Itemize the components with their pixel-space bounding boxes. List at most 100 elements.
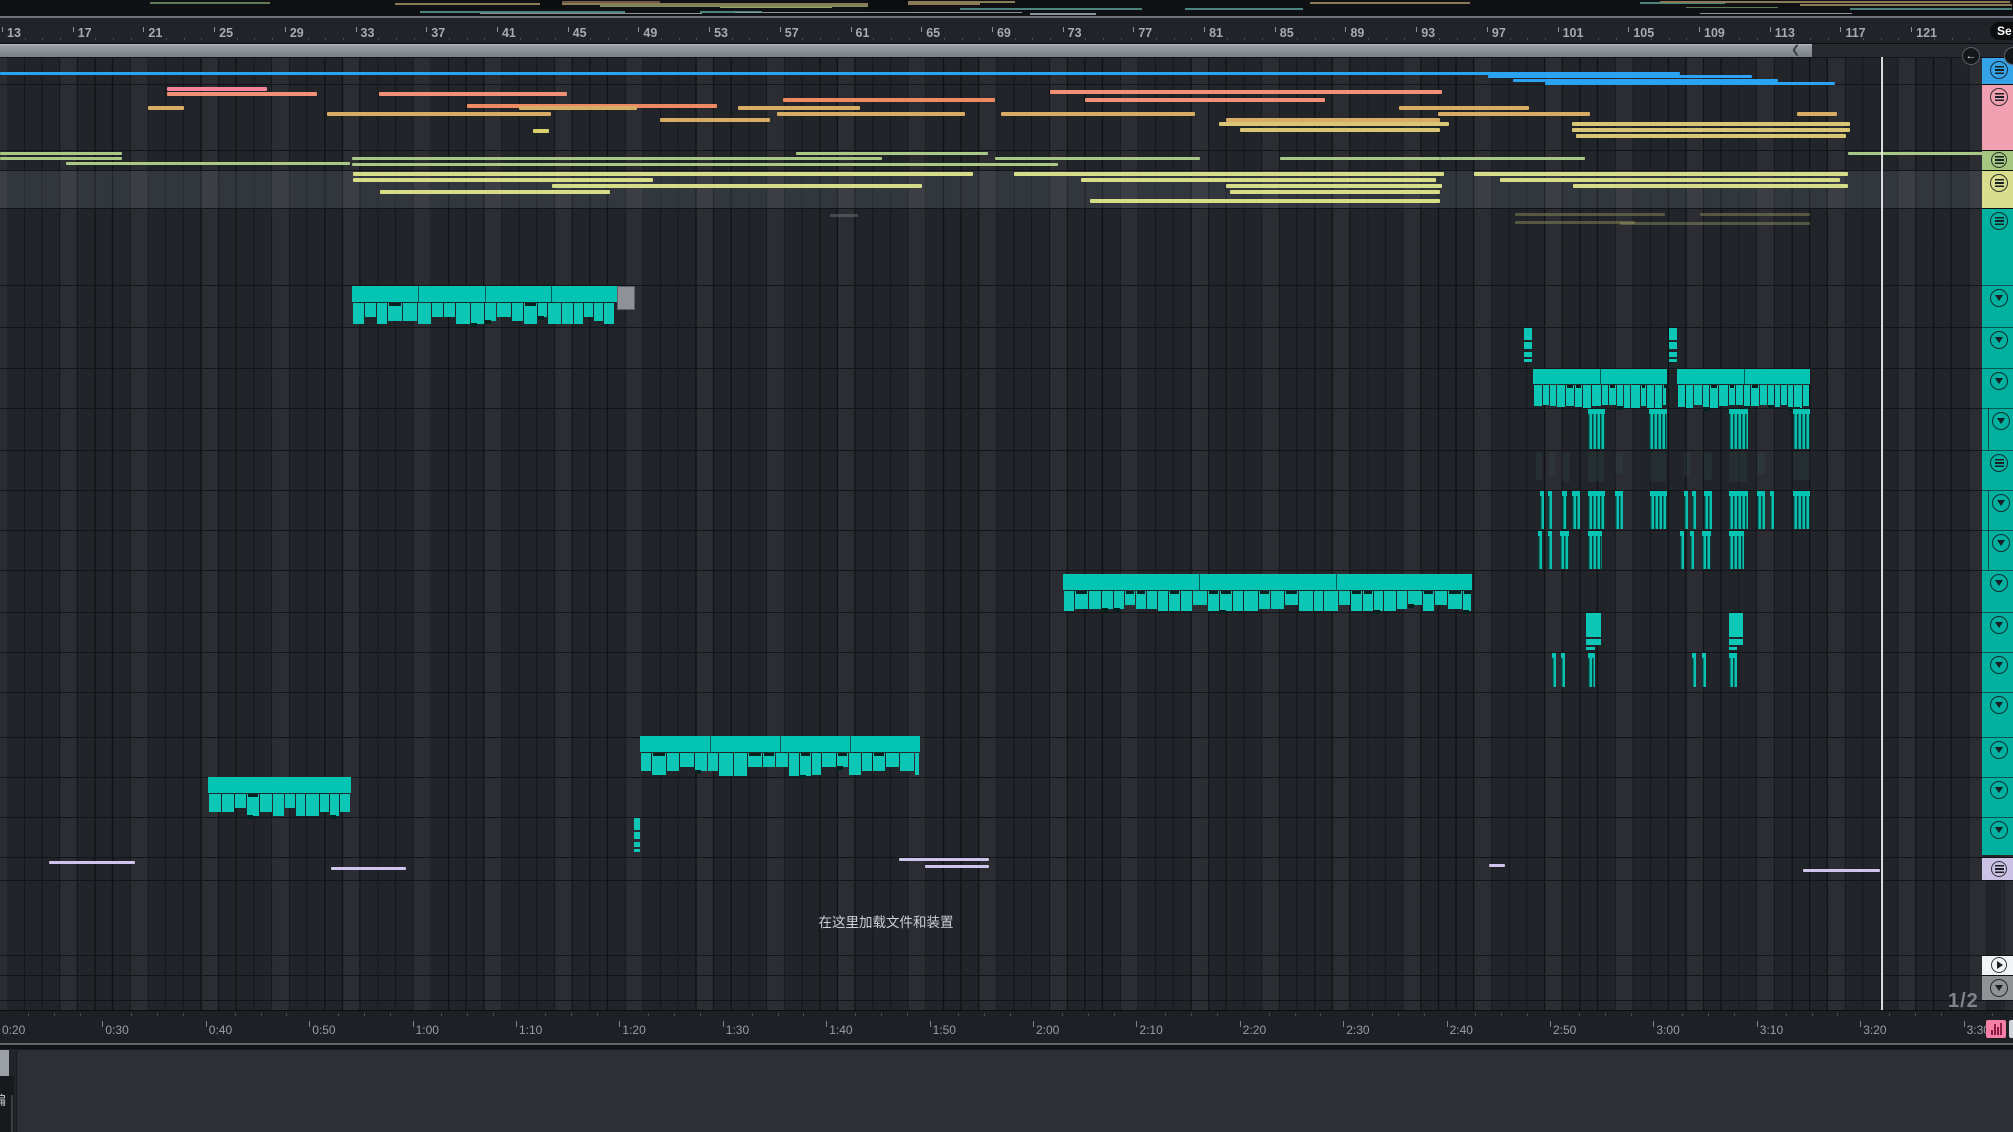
midi-clip[interactable]: [1650, 491, 1667, 529]
midi-clip[interactable]: [1649, 409, 1667, 449]
midi-clip[interactable]: [640, 736, 920, 776]
lane-fold-button[interactable]: [1990, 331, 2008, 349]
midi-clip[interactable]: [1729, 613, 1743, 650]
waveform-button[interactable]: [1986, 1020, 2006, 1038]
clip-note: [1788, 385, 1793, 408]
time-ruler-tick: [1343, 1021, 1344, 1027]
bar-ruler-minor-tick: [767, 38, 768, 40]
midi-clip[interactable]: [1552, 653, 1556, 687]
midi-clip[interactable]: [352, 286, 617, 324]
midi-clip[interactable]: [1588, 531, 1602, 569]
midi-clip[interactable]: [634, 818, 640, 853]
insert-marker[interactable]: [1881, 57, 1883, 1010]
midi-clip[interactable]: [1684, 491, 1688, 529]
lane-fold-button[interactable]: [1990, 781, 2008, 799]
midi-clip[interactable]: [1586, 613, 1601, 650]
midi-clip[interactable]: [1729, 531, 1744, 569]
track-yellow-fold-button[interactable]: [1990, 174, 2008, 192]
track-white-fold-button[interactable]: [1991, 957, 2007, 973]
midi-clip[interactable]: [1793, 491, 1810, 529]
midi-clip[interactable]: [1548, 491, 1552, 529]
midi-clip[interactable]: [1690, 531, 1694, 569]
track-blue-fold-button[interactable]: [1990, 61, 2008, 79]
bar-ruler-minor-tick: [679, 38, 680, 40]
lane-fold-button[interactable]: [1990, 574, 2008, 592]
track-teal-group-fold-button[interactable]: [1990, 212, 2008, 230]
midi-clip[interactable]: [1692, 491, 1696, 529]
midi-clip[interactable]: [1538, 531, 1542, 569]
lane-fold-button[interactable]: [1990, 289, 2008, 307]
back-arrow-button[interactable]: ←: [1962, 47, 1980, 65]
midi-clip[interactable]: [1770, 491, 1774, 529]
lane-fold-button[interactable]: [1990, 372, 2008, 390]
midi-clip[interactable]: [1704, 491, 1712, 529]
bar-ruler-label: 45: [573, 26, 587, 40]
clip-header: [1770, 491, 1774, 496]
midi-clip[interactable]: [1588, 409, 1605, 449]
clip-note: [1710, 385, 1718, 408]
lane-fold-button[interactable]: [1990, 656, 2008, 674]
midi-clip[interactable]: [617, 286, 635, 310]
lane-fold-button[interactable]: [1990, 616, 2008, 634]
midi-clip[interactable]: [1562, 491, 1567, 529]
midi-clip[interactable]: [1548, 531, 1552, 569]
midi-clip[interactable]: [1588, 491, 1605, 529]
clip-note: [1744, 385, 1750, 407]
midi-clip[interactable]: [1793, 409, 1810, 449]
midi-clip[interactable]: [1729, 491, 1748, 529]
clip-header: [1063, 574, 1472, 590]
lane-fold-button[interactable]: [1990, 696, 2008, 714]
lane-fold-button[interactable]: [1990, 821, 2008, 839]
arrangement-area[interactable]: 在这里加载文件和装置: [0, 57, 2013, 1010]
cropped-side-button[interactable]: [2009, 1020, 2013, 1038]
midi-clip[interactable]: [1692, 653, 1696, 687]
midi-clip[interactable]: [1757, 491, 1765, 529]
time-ruler-minor-tick: [390, 1013, 391, 1016]
panel-side-scrollbar[interactable]: [11, 1095, 13, 1132]
clip-note: [485, 303, 496, 321]
lane-fold-button[interactable]: [1992, 494, 2010, 512]
track-pink-fold-button[interactable]: [1990, 88, 2008, 106]
clip-note: [1324, 591, 1338, 611]
track-row-divider: [0, 857, 2013, 858]
midi-clip[interactable]: [1540, 491, 1544, 529]
lane-fold-button[interactable]: [1992, 534, 2010, 552]
clip-note: [1729, 385, 1735, 405]
midi-clip[interactable]: [208, 777, 351, 816]
horizontal-scrollbar[interactable]: [0, 44, 1812, 58]
device-view-panel[interactable]: [16, 1049, 2013, 1132]
midi-clip[interactable]: [1588, 653, 1595, 687]
time-ruler-label: 1:40: [829, 1023, 852, 1037]
midi-clip[interactable]: [1729, 409, 1748, 449]
lane-fold-button[interactable]: [1990, 454, 2008, 472]
midi-clip[interactable]: [1561, 653, 1565, 687]
bar-ruler[interactable]: 1317212529333741454953576165697377818589…: [0, 18, 2013, 44]
midi-clip[interactable]: [1729, 653, 1737, 687]
note-segment: [1803, 869, 1880, 872]
midi-clip[interactable]: [1615, 491, 1623, 529]
midi-clip[interactable]: [1702, 653, 1706, 687]
panel-side-handle[interactable]: [0, 1050, 9, 1076]
track-green-fold-button[interactable]: [1991, 152, 2007, 168]
midi-clip[interactable]: [1063, 574, 1472, 611]
time-ruler[interactable]: 0:200:300:400:501:001:101:201:301:401:50…: [0, 1010, 2013, 1044]
midi-clip[interactable]: [1669, 328, 1677, 366]
track-gray-fold-button[interactable]: [1990, 979, 2008, 997]
midi-clip[interactable]: [1524, 328, 1532, 366]
lane-fold-button[interactable]: [1990, 741, 2008, 759]
midi-clip[interactable]: [1677, 369, 1810, 408]
midi-clip[interactable]: [1680, 531, 1684, 569]
track-purple-fold-button[interactable]: [1991, 861, 2007, 877]
midi-clip[interactable]: [1702, 531, 1711, 569]
set-button[interactable]: Se: [1990, 22, 2013, 40]
midi-clip[interactable]: [1572, 491, 1580, 529]
track-row-divider: [0, 170, 2013, 171]
time-ruler-tick: [516, 1021, 517, 1027]
bar-ruler-tick: [356, 27, 357, 32]
clip-note: [306, 794, 319, 816]
arrangement-overview[interactable]: [0, 0, 2013, 16]
midi-clip[interactable]: [1560, 531, 1569, 569]
lane-fold-button[interactable]: [1992, 412, 2010, 430]
clip-segment-divider: [551, 286, 552, 302]
midi-clip[interactable]: [1533, 369, 1667, 408]
